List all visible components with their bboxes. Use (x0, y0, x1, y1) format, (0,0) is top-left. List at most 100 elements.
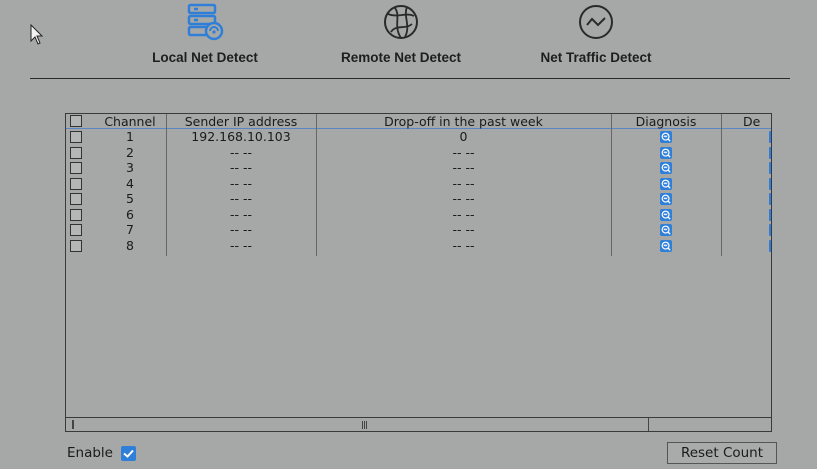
table-row[interactable]: 6 -- -- -- -- (66, 206, 771, 224)
reset-count-button[interactable]: Reset Count (667, 442, 777, 464)
row-select-cell (66, 146, 94, 161)
enable-label: Enable (67, 445, 113, 461)
row-select-cell (66, 223, 94, 238)
detail-button[interactable] (769, 177, 771, 190)
diagnosis-button[interactable] (660, 177, 672, 190)
diagnosis-button[interactable] (660, 193, 672, 205)
tab-label: Net Traffic Detect (540, 50, 652, 65)
detail-button[interactable] (769, 224, 771, 236)
row-select-cell (66, 239, 94, 254)
row-select-cell (66, 130, 94, 145)
detail-button[interactable] (769, 193, 771, 205)
select-all-cell (66, 114, 94, 129)
diagnosis-button[interactable] (660, 131, 672, 143)
scrollbar-grip-icon (362, 421, 367, 429)
table-row[interactable]: 8 -- -- -- -- (66, 237, 771, 255)
cell-sender-ip: -- -- (229, 191, 252, 206)
table-header: Channel Sender IP address Drop-off in th… (66, 114, 771, 129)
table-row[interactable]: 2 -- -- -- -- (66, 144, 771, 162)
cell-drop-off: -- -- (452, 160, 475, 175)
cell-drop-off: -- -- (452, 206, 475, 222)
header-diagnosis: Diagnosis (635, 114, 697, 129)
cell-diagnosis (611, 177, 721, 192)
detail-button[interactable] (769, 162, 771, 174)
row-checkbox[interactable] (70, 239, 82, 252)
cell-channel: 1 (126, 129, 134, 144)
detect-tabs: Local Net Detect Remote Net Detect Net T… (0, 0, 817, 80)
row-checkbox[interactable] (70, 131, 82, 143)
cell-drop-off: -- -- (452, 175, 475, 191)
cell-channel: 3 (126, 160, 134, 175)
enable-checkbox[interactable] (120, 445, 136, 461)
cell-diagnosis (611, 223, 721, 238)
tab-local-net-detect[interactable]: Local Net Detect (130, 0, 280, 72)
cell-channel: 4 (126, 175, 134, 191)
row-checkbox[interactable] (70, 177, 82, 190)
tab-net-traffic-detect[interactable]: Net Traffic Detect (520, 0, 672, 72)
cell-drop-off: -- -- (452, 222, 475, 237)
diagnose-icon (661, 225, 671, 235)
cell-sender-ip: -- -- (229, 222, 252, 237)
tab-divider (30, 78, 790, 79)
cell-sender-ip: -- -- (229, 175, 252, 191)
cell-diagnosis (611, 208, 721, 223)
detail-button[interactable] (769, 239, 771, 252)
diagnose-icon (661, 194, 671, 204)
diagnosis-button[interactable] (660, 208, 672, 221)
header-channel: Channel (104, 114, 156, 129)
cell-sender-ip: -- -- (229, 237, 252, 253)
row-select-cell (66, 208, 94, 223)
cell-sender-ip: -- -- (229, 160, 252, 175)
diagnosis-button[interactable] (660, 224, 672, 236)
diagnose-icon (661, 179, 671, 189)
tab-remote-net-detect[interactable]: Remote Net Detect (322, 0, 480, 72)
local-net-icon (187, 3, 224, 41)
select-all-checkbox[interactable] (70, 115, 82, 127)
table-row[interactable]: 7 -- -- -- -- (66, 222, 771, 239)
table-row[interactable]: 5 -- -- -- -- (66, 191, 771, 208)
diagnosis-button[interactable] (660, 146, 672, 159)
cell-channel: 6 (126, 206, 134, 222)
globe-icon (384, 5, 418, 39)
table-row[interactable]: 1 192.168.10.103 0 (66, 129, 771, 146)
cell-diagnosis (611, 192, 721, 207)
header-drop-off: Drop-off in the past week (384, 114, 543, 129)
scrollbar-thumb[interactable] (74, 418, 649, 431)
row-select-cell (66, 192, 94, 207)
cell-diagnosis (611, 130, 721, 145)
detail-button[interactable] (769, 146, 771, 159)
detail-button[interactable] (769, 208, 771, 221)
row-select-cell (66, 177, 94, 192)
row-checkbox[interactable] (70, 208, 82, 221)
header-detail: De (743, 114, 761, 129)
horizontal-scrollbar[interactable] (66, 417, 771, 431)
tab-label: Remote Net Detect (340, 50, 462, 65)
tab-label: Local Net Detect (152, 50, 258, 65)
diagnosis-button[interactable] (660, 239, 672, 252)
cell-sender-ip: -- -- (229, 144, 252, 160)
cell-sender-ip: -- -- (229, 206, 252, 222)
diagnosis-button[interactable] (660, 162, 672, 174)
cell-diagnosis (611, 146, 721, 161)
cell-drop-off: -- -- (452, 144, 475, 160)
table-row[interactable]: 3 -- -- -- -- (66, 160, 771, 177)
diagnose-icon (661, 241, 671, 251)
net-detect-table: Channel Sender IP address Drop-off in th… (65, 113, 772, 432)
diagnose-icon (661, 132, 671, 142)
detail-button[interactable] (769, 131, 771, 143)
enable-control: Enable (67, 443, 136, 463)
cell-channel: 8 (126, 237, 134, 253)
cell-drop-off: 0 (459, 129, 468, 144)
row-checkbox[interactable] (70, 193, 82, 205)
cell-sender-ip: 192.168.10.103 (191, 129, 291, 144)
cell-channel: 7 (126, 222, 134, 237)
cell-channel: 2 (126, 144, 134, 160)
cell-drop-off: -- -- (452, 191, 475, 206)
table-row[interactable]: 4 -- -- -- -- (66, 175, 771, 193)
row-checkbox[interactable] (70, 162, 82, 174)
row-checkbox[interactable] (70, 146, 82, 159)
diagnose-icon (661, 210, 671, 220)
cell-diagnosis (611, 161, 721, 176)
cell-channel: 5 (126, 191, 134, 206)
row-checkbox[interactable] (70, 224, 82, 236)
